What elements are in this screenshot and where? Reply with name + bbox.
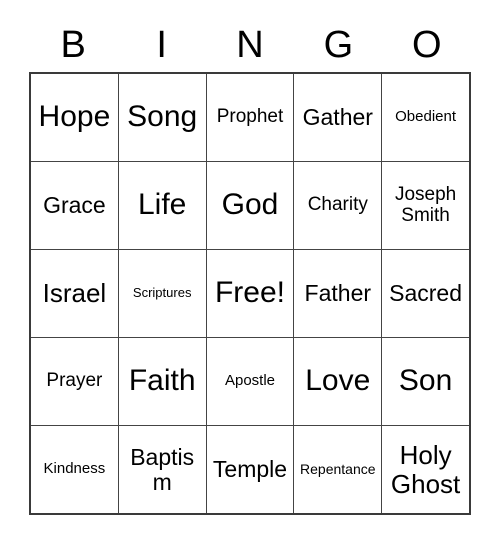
bingo-cell-label: Repentance — [300, 460, 376, 477]
bingo-cell-label: Baptism — [130, 443, 195, 495]
bingo-cell[interactable]: Charity — [294, 162, 383, 249]
bingo-cell-label: Song — [127, 100, 198, 134]
bingo-cell[interactable]: Sacred — [382, 250, 469, 337]
bingo-cell[interactable]: Prophet — [206, 74, 295, 161]
bingo-card: B I N G O Hope Song Prophet Gather Obedi… — [0, 0, 500, 544]
bingo-cell-label: Obedient — [395, 108, 457, 126]
bingo-cell[interactable]: God — [206, 162, 295, 249]
bingo-cell-label: Faith — [128, 364, 196, 398]
header-letter-g: G — [323, 24, 354, 66]
bingo-cell[interactable]: Grace — [31, 162, 119, 249]
bingo-grid: Hope Song Prophet Gather Obedient Grace … — [29, 72, 471, 515]
bingo-cell[interactable]: Gather — [294, 74, 383, 161]
bingo-cell[interactable]: Life — [118, 162, 207, 249]
bingo-cell-label: Holy Ghost — [390, 440, 461, 499]
bingo-cell-label: Free! — [214, 276, 285, 310]
bingo-cell[interactable]: Hope — [31, 74, 119, 161]
bingo-cell-label: Joseph Smith — [394, 183, 457, 226]
bingo-cell-label: Charity — [307, 194, 368, 216]
bingo-cell-label: Grace — [43, 192, 106, 219]
header-letter-n: N — [236, 24, 264, 66]
bingo-cell-free[interactable]: Free! — [206, 250, 295, 337]
bingo-cell[interactable]: Song — [118, 74, 207, 161]
bingo-cell[interactable]: Love — [294, 338, 383, 425]
bingo-cell[interactable]: Holy Ghost — [382, 426, 469, 513]
bingo-cell-label: Apostle — [224, 372, 276, 390]
bingo-cell-label: God — [221, 188, 279, 222]
bingo-cell-label: Prayer — [46, 370, 103, 392]
bingo-header-row: B I N G O — [29, 18, 471, 72]
bingo-cell[interactable]: Kindness — [31, 426, 119, 513]
bingo-cell[interactable]: Father — [294, 250, 383, 337]
header-letter-b: B — [60, 24, 86, 66]
bingo-cell-label: Gather — [302, 104, 373, 131]
bingo-row: Prayer Faith Apostle Love Son — [31, 338, 469, 426]
bingo-cell[interactable]: Temple — [206, 426, 295, 513]
header-letter-o: O — [412, 24, 442, 66]
bingo-cell-label: Father — [304, 280, 372, 307]
bingo-cell-label: Israel — [42, 278, 107, 309]
bingo-cell-label: Prophet — [216, 106, 284, 128]
bingo-cell[interactable]: Israel — [31, 250, 119, 337]
bingo-cell[interactable]: Faith — [118, 338, 207, 425]
bingo-cell[interactable]: Repentance — [294, 426, 383, 513]
bingo-cell-label: Sacred — [389, 280, 463, 307]
bingo-cell[interactable]: Scriptures — [118, 250, 207, 337]
bingo-cell-label: Life — [138, 188, 187, 222]
bingo-row: Hope Song Prophet Gather Obedient — [31, 74, 469, 162]
bingo-cell[interactable]: Joseph Smith — [382, 162, 469, 249]
bingo-cell[interactable]: Apostle — [206, 338, 295, 425]
bingo-cell-label: Love — [305, 364, 371, 398]
bingo-cell[interactable]: Obedient — [382, 74, 469, 161]
bingo-cell-label: Kindness — [43, 460, 106, 478]
bingo-cell-label: Son — [398, 364, 453, 398]
bingo-cell-label: Scriptures — [132, 285, 192, 301]
bingo-cell-label: Hope — [38, 100, 111, 134]
bingo-cell-label: Temple — [212, 456, 288, 483]
bingo-row: Grace Life God Charity Joseph Smith — [31, 162, 469, 250]
bingo-cell[interactable]: Prayer — [31, 338, 119, 425]
bingo-row: Israel Scriptures Free! Father Sacred — [31, 250, 469, 338]
header-letter-i: I — [156, 24, 167, 66]
bingo-cell[interactable]: Baptism — [118, 426, 207, 513]
bingo-row: Kindness Baptism Temple Repentance Holy … — [31, 426, 469, 513]
bingo-cell[interactable]: Son — [382, 338, 469, 425]
